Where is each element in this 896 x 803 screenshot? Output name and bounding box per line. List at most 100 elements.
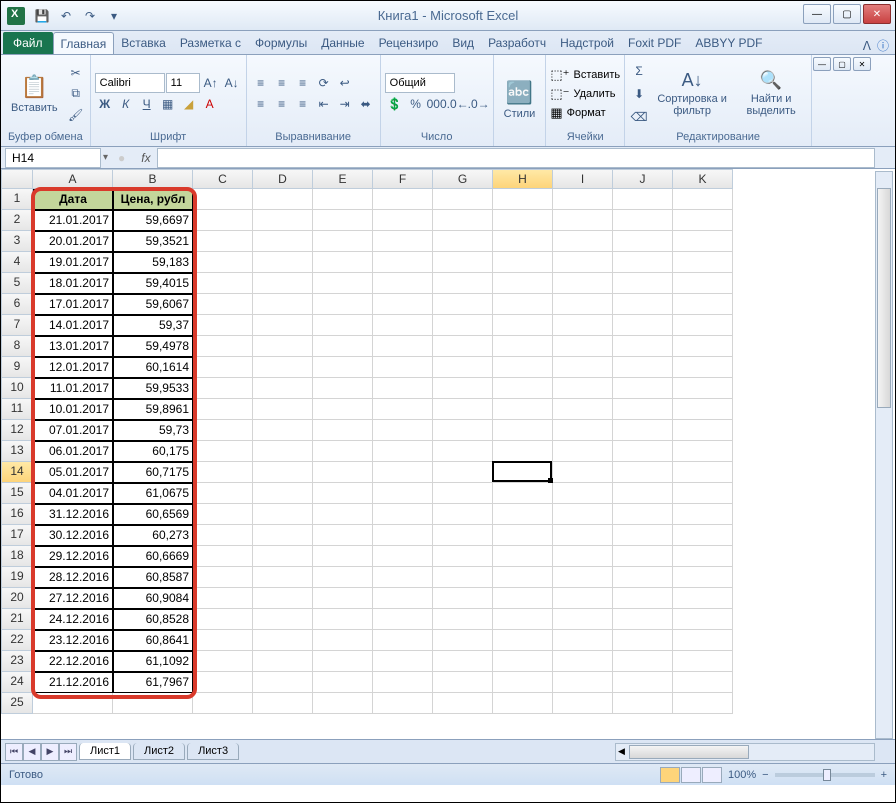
sort-filter-button[interactable]: A↓Сортировка и фильтр (651, 68, 733, 119)
cell-F2[interactable] (373, 210, 433, 231)
tab-layout[interactable]: Разметка с (173, 32, 248, 54)
currency-icon[interactable]: 💲 (385, 94, 405, 114)
cell-F18[interactable] (373, 546, 433, 567)
row-header-16[interactable]: 16 (1, 504, 33, 525)
cell-F14[interactable] (373, 462, 433, 483)
cell-F23[interactable] (373, 651, 433, 672)
cell-K23[interactable] (673, 651, 733, 672)
cell-E8[interactable] (313, 336, 373, 357)
cell-I7[interactable] (553, 315, 613, 336)
cell-B4[interactable]: 59,183 (113, 252, 193, 273)
cell-K5[interactable] (673, 273, 733, 294)
cell-E18[interactable] (313, 546, 373, 567)
cell-H20[interactable] (493, 588, 553, 609)
cell-G21[interactable] (433, 609, 493, 630)
cell-C7[interactable] (193, 315, 253, 336)
close-button[interactable]: ✕ (863, 4, 891, 24)
sheet-nav-last[interactable]: ⏭ (59, 743, 77, 761)
cell-I9[interactable] (553, 357, 613, 378)
cell-C15[interactable] (193, 483, 253, 504)
cell-I15[interactable] (553, 483, 613, 504)
cell-E4[interactable] (313, 252, 373, 273)
cell-B1[interactable]: Цена, рубл (113, 189, 193, 210)
cell-I11[interactable] (553, 399, 613, 420)
cell-A12[interactable]: 07.01.2017 (33, 420, 113, 441)
cell-A20[interactable]: 27.12.2016 (33, 588, 113, 609)
cell-E17[interactable] (313, 525, 373, 546)
cell-J6[interactable] (613, 294, 673, 315)
cell-A8[interactable]: 13.01.2017 (33, 336, 113, 357)
cell-D25[interactable] (253, 693, 313, 714)
cell-A21[interactable]: 24.12.2016 (33, 609, 113, 630)
font-color-icon[interactable]: A (200, 94, 220, 114)
cell-K20[interactable] (673, 588, 733, 609)
cell-C20[interactable] (193, 588, 253, 609)
cell-J13[interactable] (613, 441, 673, 462)
cell-D11[interactable] (253, 399, 313, 420)
cell-A19[interactable]: 28.12.2016 (33, 567, 113, 588)
cell-E10[interactable] (313, 378, 373, 399)
zoom-slider[interactable] (775, 773, 875, 777)
cell-H3[interactable] (493, 231, 553, 252)
cell-K18[interactable] (673, 546, 733, 567)
namebox-dropdown-icon[interactable]: ▾ (103, 152, 108, 163)
tab-foxit[interactable]: Foxit PDF (621, 32, 688, 54)
cell-A2[interactable]: 21.01.2017 (33, 210, 113, 231)
cell-I13[interactable] (553, 441, 613, 462)
cell-F24[interactable] (373, 672, 433, 693)
cell-A22[interactable]: 23.12.2016 (33, 630, 113, 651)
row-header-7[interactable]: 7 (1, 315, 33, 336)
cell-E19[interactable] (313, 567, 373, 588)
cell-I6[interactable] (553, 294, 613, 315)
cell-B25[interactable] (113, 693, 193, 714)
cell-D15[interactable] (253, 483, 313, 504)
tab-review[interactable]: Рецензиро (372, 32, 446, 54)
cell-F6[interactable] (373, 294, 433, 315)
cell-H6[interactable] (493, 294, 553, 315)
cell-K9[interactable] (673, 357, 733, 378)
delete-cells-icon[interactable]: ⬚⁻ (550, 86, 569, 102)
cell-D1[interactable] (253, 189, 313, 210)
cell-G16[interactable] (433, 504, 493, 525)
cell-C19[interactable] (193, 567, 253, 588)
delete-cells-label[interactable]: Удалить (574, 88, 616, 100)
column-header-G[interactable]: G (433, 169, 493, 189)
cell-J18[interactable] (613, 546, 673, 567)
paste-button[interactable]: 📋Вставить (5, 72, 64, 116)
cell-C16[interactable] (193, 504, 253, 525)
comma-icon[interactable]: 000 (427, 94, 447, 114)
row-header-13[interactable]: 13 (1, 441, 33, 462)
cell-G11[interactable] (433, 399, 493, 420)
cell-B15[interactable]: 61,0675 (113, 483, 193, 504)
cell-H15[interactable] (493, 483, 553, 504)
cell-G17[interactable] (433, 525, 493, 546)
view-pagebreak-icon[interactable] (702, 767, 722, 783)
cell-B14[interactable]: 60,7175 (113, 462, 193, 483)
cell-D24[interactable] (253, 672, 313, 693)
cell-D5[interactable] (253, 273, 313, 294)
cell-K15[interactable] (673, 483, 733, 504)
column-header-E[interactable]: E (313, 169, 373, 189)
cell-H1[interactable] (493, 189, 553, 210)
cell-I12[interactable] (553, 420, 613, 441)
insert-cells-label[interactable]: Вставить (574, 69, 621, 81)
column-header-I[interactable]: I (553, 169, 613, 189)
font-size[interactable]: 11 (166, 73, 200, 93)
cell-E2[interactable] (313, 210, 373, 231)
cell-B20[interactable]: 60,9084 (113, 588, 193, 609)
cell-G23[interactable] (433, 651, 493, 672)
cell-H4[interactable] (493, 252, 553, 273)
minimize-button[interactable]: — (803, 4, 831, 24)
cell-K25[interactable] (673, 693, 733, 714)
cell-A3[interactable]: 20.01.2017 (33, 231, 113, 252)
cell-A24[interactable]: 21.12.2016 (33, 672, 113, 693)
cell-C21[interactable] (193, 609, 253, 630)
cell-J19[interactable] (613, 567, 673, 588)
tab-addins[interactable]: Надстрой (553, 32, 621, 54)
cell-E13[interactable] (313, 441, 373, 462)
minimize-ribbon-icon[interactable]: ᐱ (863, 39, 871, 53)
cell-I1[interactable] (553, 189, 613, 210)
cell-J3[interactable] (613, 231, 673, 252)
cut-icon[interactable]: ✂ (66, 63, 86, 83)
sheet-nav-first[interactable]: ⏮ (5, 743, 23, 761)
